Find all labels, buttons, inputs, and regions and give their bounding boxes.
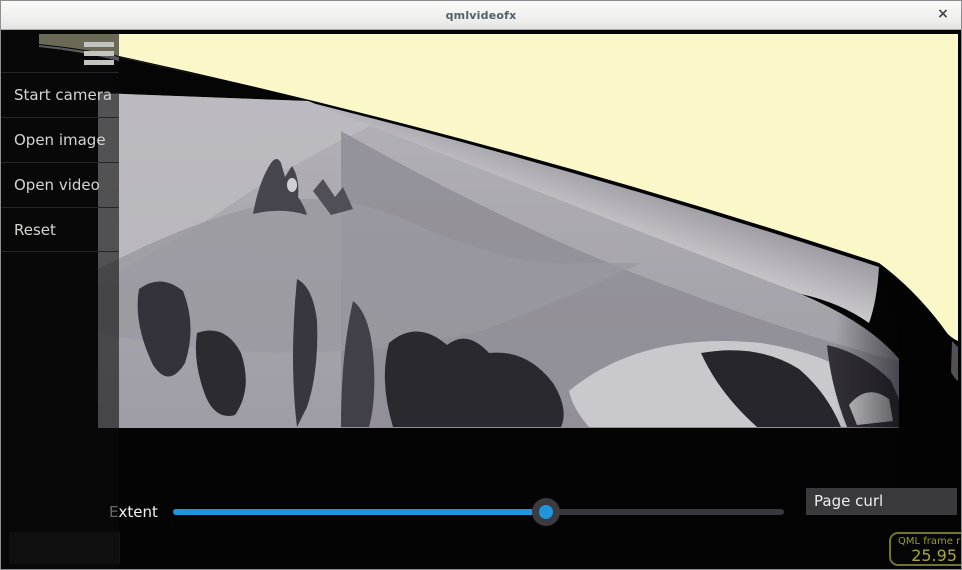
hamburger-bar xyxy=(84,42,114,47)
effect-selector-button[interactable]: Page curl xyxy=(806,488,957,515)
sidebar-item-start-camera[interactable]: Start camera xyxy=(1,72,119,117)
fps-overlay: QML frame r… 25.95 xyxy=(889,532,962,566)
app-window: qmlvideofx × Extent Start camera Open im… xyxy=(0,0,962,570)
sidebar-item-reset[interactable]: Reset xyxy=(1,207,119,252)
extent-slider-handle[interactable] xyxy=(532,498,560,526)
hamburger-icon[interactable] xyxy=(84,39,114,70)
hamburger-bar xyxy=(84,51,114,56)
hamburger-bar xyxy=(84,60,114,65)
titlebar: qmlvideofx × xyxy=(1,1,961,30)
extent-slider-fill xyxy=(173,509,546,515)
video-effect-view xyxy=(1,1,962,570)
close-button[interactable]: × xyxy=(931,1,955,30)
sidebar-item-open-video[interactable]: Open video xyxy=(1,162,119,207)
sidebar-item-open-image[interactable]: Open image xyxy=(1,117,119,162)
window-title: qmlvideofx xyxy=(1,1,961,30)
sidebar-menu: Start camera Open image Open video Reset xyxy=(1,72,119,252)
fps-value: 25.95 xyxy=(891,546,957,565)
extent-slider[interactable] xyxy=(173,497,784,527)
